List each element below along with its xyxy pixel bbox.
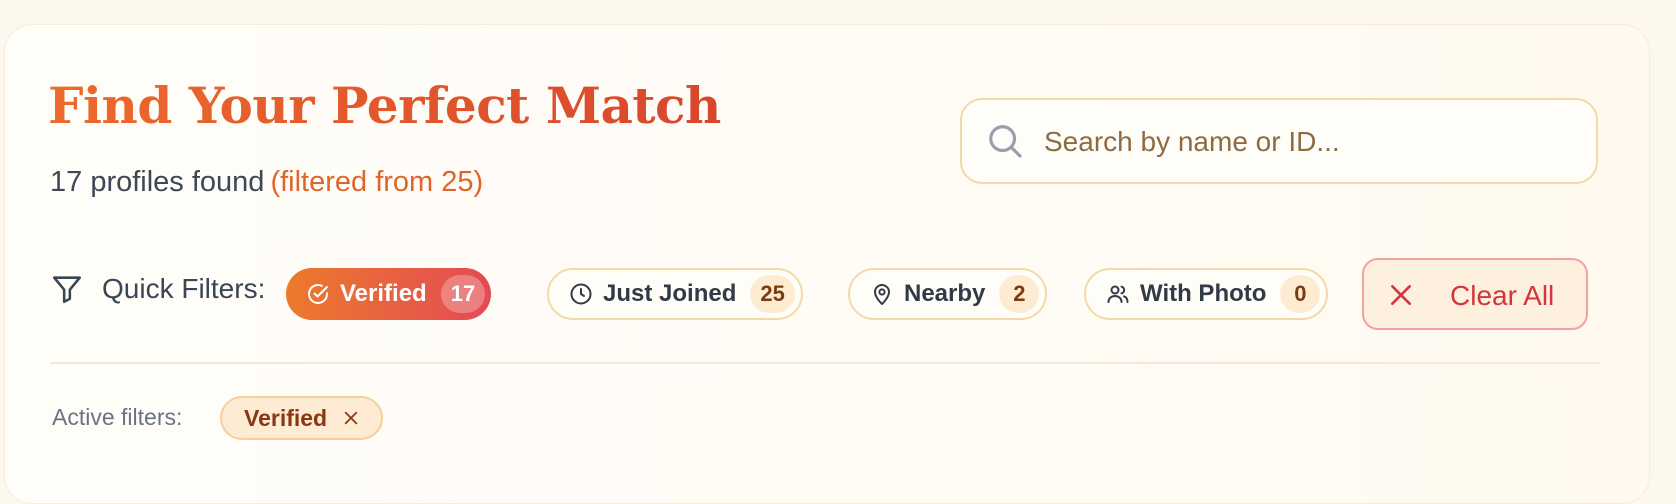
filter-icon (52, 276, 82, 304)
filter-chip-verified[interactable]: Verified 17 (286, 268, 492, 320)
users-icon (1107, 285, 1129, 303)
search-box[interactable] (960, 98, 1598, 184)
filter-chip-with-photo[interactable]: With Photo 0 (1084, 268, 1329, 320)
active-filters-label: Active filters: (52, 404, 183, 430)
chip-label: Verified (340, 280, 427, 307)
divider (50, 362, 1600, 364)
chip-label: Just Joined (603, 280, 737, 307)
search-icon (989, 125, 1022, 158)
profiles-found-text: 17 profiles found (50, 166, 265, 198)
quick-filters-text: Quick Filters: (102, 273, 266, 304)
chip-label: With Photo (1140, 280, 1267, 307)
close-icon (1391, 285, 1411, 305)
clear-all-button[interactable]: Clear All (1362, 258, 1588, 330)
clear-all-label: Clear All (1450, 280, 1555, 311)
results-count: 17 profiles found (filtered from 25) (50, 166, 483, 199)
chip-count-badge: 25 (750, 275, 795, 313)
active-filter-tag-verified: Verified (220, 396, 384, 440)
filter-chip-nearby[interactable]: Nearby 2 (848, 268, 1048, 320)
quick-filters-label: Quick Filters: (50, 272, 265, 306)
page-title: Find Your Perfect Match (48, 76, 721, 135)
remove-tag-icon[interactable] (343, 410, 359, 426)
filter-chip-just-joined[interactable]: Just Joined 25 (547, 268, 803, 320)
clock-icon (570, 283, 592, 305)
map-pin-icon (874, 284, 890, 305)
chip-count-badge: 2 (999, 275, 1040, 313)
search-input[interactable] (1044, 120, 1564, 164)
filtered-from-text: (filtered from 25) (270, 166, 484, 198)
chip-label: Nearby (904, 280, 986, 307)
active-tag-label: Verified (244, 404, 328, 431)
chip-count-badge: 0 (1280, 275, 1321, 313)
chip-count-badge: 17 (440, 275, 486, 313)
check-circle-icon (308, 284, 328, 304)
